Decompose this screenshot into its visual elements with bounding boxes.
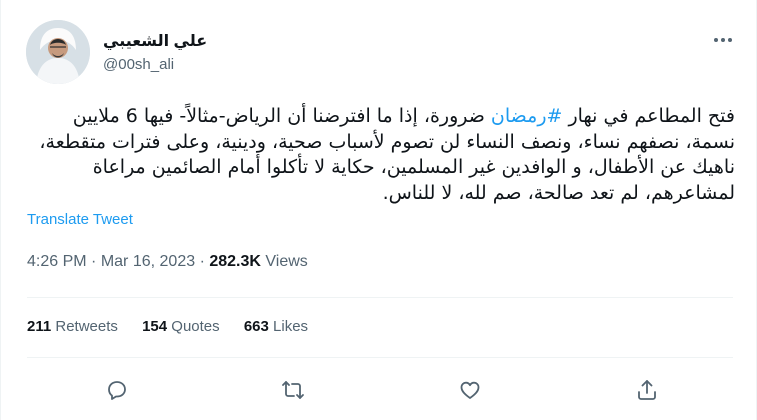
author-handle[interactable]: @00sh_ali [103,56,174,73]
retweet-icon[interactable] [281,378,305,402]
reply-icon[interactable] [105,378,129,402]
divider [27,357,733,358]
tweet-text: فتح المطاعم في نهار #رمضان ضرورة، إذا ما… [27,104,735,206]
tweet-stats: 211 Retweets 154 Quotes 663 Likes [27,318,328,335]
retweets-stat[interactable]: 211 Retweets [27,318,118,335]
like-icon[interactable] [458,378,482,402]
quotes-count: 154 [142,318,168,335]
translate-tweet-link[interactable]: Translate Tweet [27,211,133,228]
avatar[interactable] [26,20,90,84]
views-count: 282.3K [209,253,261,270]
avatar-image [26,20,90,84]
retweets-count: 211 [27,318,52,335]
quotes-stat[interactable]: 154 Quotes [142,318,220,335]
tweet-text-before: فتح المطاعم في نهار [562,105,735,127]
tweet-date[interactable]: Mar 16, 2023 [101,253,195,270]
likes-label: Likes [273,318,309,335]
retweets-label: Retweets [55,318,118,335]
meta-separator: · [91,253,101,270]
hashtag-link[interactable]: #رمضان [491,105,563,127]
likes-stat[interactable]: 663 Likes [244,318,308,335]
tweet-card: علي الشعيبي @00sh_ali فتح المطاعم في نها… [0,0,757,420]
likes-count: 663 [243,318,269,335]
divider [27,297,733,298]
author-name[interactable]: علي الشعيبي [103,31,207,51]
tweet-time[interactable]: 4:26 PM [27,253,87,270]
tweet-meta: 4:26 PM · Mar 16, 2023 · 282.3K Views [27,253,308,271]
action-bar [1,372,757,408]
meta-separator: · [199,253,210,270]
share-icon[interactable] [635,378,659,402]
quotes-label: Quotes [171,318,220,335]
views-label: Views [265,253,308,270]
more-horizontal-icon[interactable] [711,28,735,52]
